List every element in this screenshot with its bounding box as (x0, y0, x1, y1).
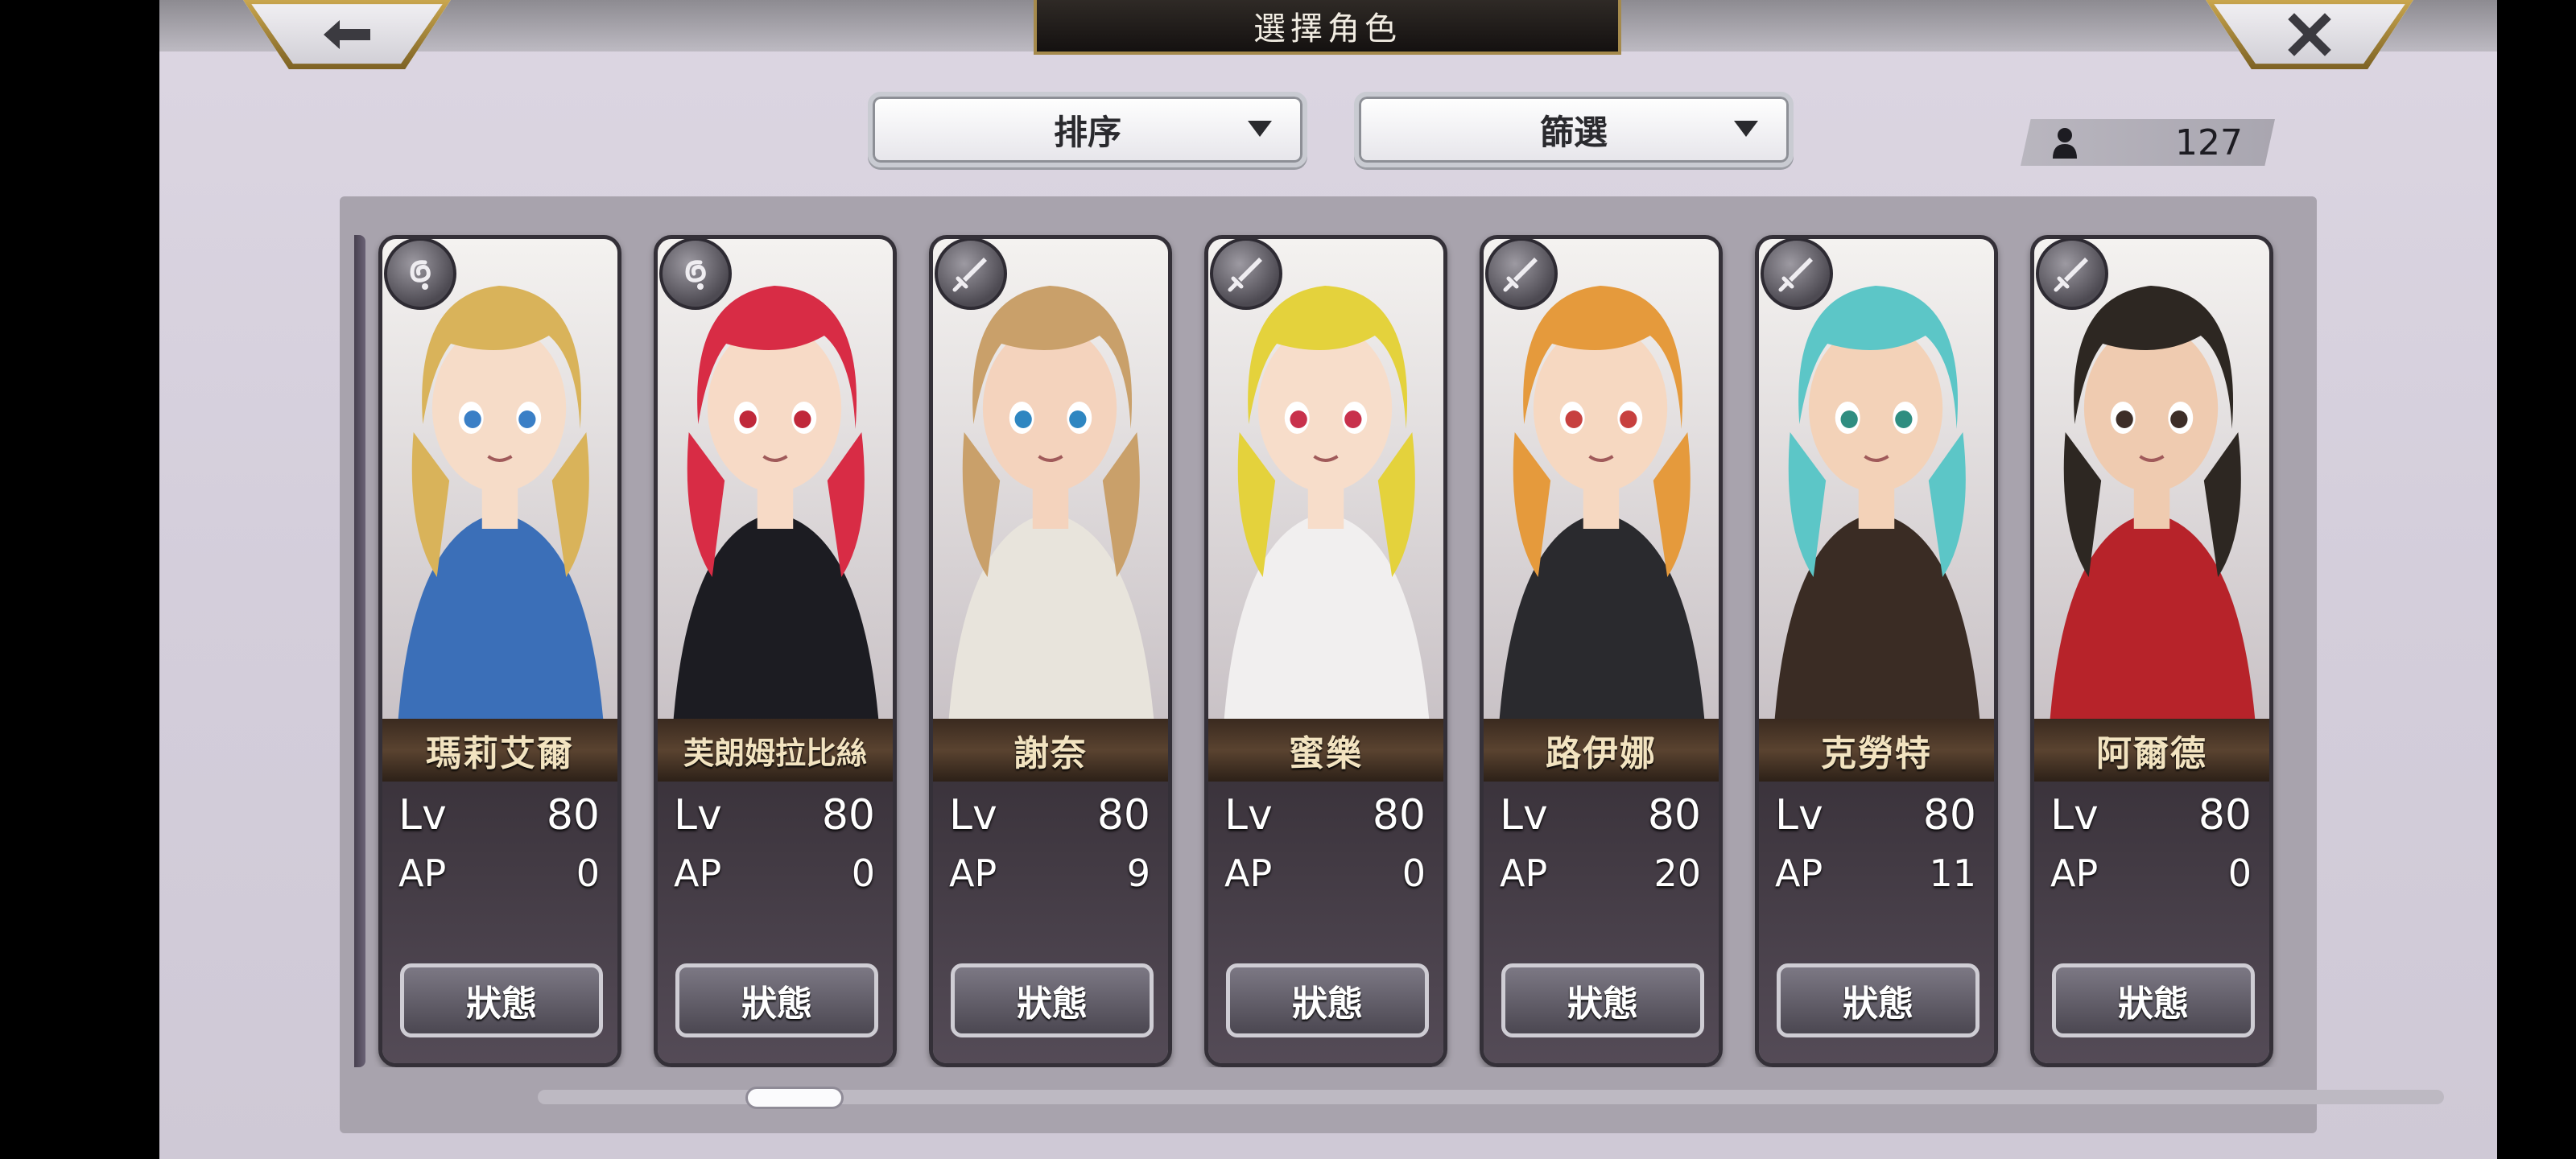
sort-dropdown[interactable]: 排序 (868, 92, 1307, 167)
level-value: 80 (1096, 791, 1150, 839)
level-label: Lv (1224, 791, 1273, 839)
level-value: 80 (821, 791, 875, 839)
level-row: Lv 80 (1775, 791, 1976, 839)
character-card[interactable]: 謝奈 Lv 80 AP 9 狀態 (929, 235, 1172, 1067)
level-label: Lv (2050, 791, 2099, 839)
level-value: 80 (546, 791, 600, 839)
level-value: 80 (1372, 791, 1426, 839)
close-icon (2288, 13, 2331, 56)
spiral-icon (384, 239, 456, 310)
page-title: 選擇角色 (1034, 0, 1621, 55)
character-name: 瑪莉艾爾 (382, 719, 617, 782)
character-portrait[interactable] (1759, 239, 1994, 722)
level-row: Lv 80 (1224, 791, 1426, 839)
character-name: 謝奈 (933, 719, 1168, 782)
ap-value: 20 (1653, 852, 1701, 895)
ap-label: AP (2050, 852, 2099, 895)
left-arrow-icon (324, 20, 370, 49)
ap-value: 0 (851, 852, 875, 895)
ap-row: AP 11 (1775, 849, 1976, 897)
ap-row: AP 0 (674, 849, 875, 897)
status-button[interactable]: 狀態 (400, 963, 603, 1037)
character-name: 路伊娜 (1484, 719, 1719, 782)
character-portrait[interactable] (2034, 239, 2269, 722)
status-button[interactable]: 狀態 (2052, 963, 2255, 1037)
ap-row: AP 0 (398, 849, 600, 897)
character-portrait[interactable] (1484, 239, 1719, 722)
character-portrait[interactable] (1208, 239, 1443, 722)
sword-icon (935, 239, 1007, 310)
level-label: Lv (1775, 791, 1823, 839)
ap-label: AP (1775, 852, 1823, 895)
level-row: Lv 80 (674, 791, 875, 839)
sword-icon (1761, 239, 1833, 310)
ap-label: AP (674, 852, 722, 895)
character-portrait[interactable] (933, 239, 1168, 722)
ap-row: AP 9 (949, 849, 1150, 897)
sword-icon (2036, 239, 2108, 310)
character-portrait[interactable] (658, 239, 893, 722)
status-button[interactable]: 狀態 (1777, 963, 1979, 1037)
ap-row: AP 0 (1224, 849, 1426, 897)
level-value: 80 (1647, 791, 1701, 839)
sort-label: 排序 (1053, 112, 1121, 152)
ap-value: 0 (576, 852, 600, 895)
person-icon (2053, 128, 2077, 159)
ap-row: AP 0 (2050, 849, 2252, 897)
back-button[interactable] (243, 0, 451, 69)
partial-card (354, 235, 365, 1067)
level-row: Lv 80 (1500, 791, 1701, 839)
status-button[interactable]: 狀態 (1226, 963, 1429, 1037)
ap-label: AP (949, 852, 997, 895)
character-name: 阿爾德 (2034, 719, 2269, 782)
ap-label: AP (1500, 852, 1548, 895)
close-button[interactable] (2206, 0, 2413, 69)
character-name: 蜜樂 (1208, 719, 1443, 782)
character-carousel[interactable]: 瑪莉艾爾 Lv 80 AP 0 狀態 芙朗姆拉比絲 Lv 80 AP 0 狀態 … (354, 219, 2281, 1067)
sword-icon (1210, 239, 1282, 310)
status-button[interactable]: 狀態 (675, 963, 878, 1037)
chevron-down-icon (1248, 121, 1272, 137)
ap-value: 9 (1126, 852, 1150, 895)
level-label: Lv (674, 791, 722, 839)
character-count: 127 (2175, 122, 2243, 163)
level-row: Lv 80 (2050, 791, 2252, 839)
scrollbar-thumb[interactable] (745, 1087, 844, 1109)
character-card[interactable]: 瑪莉艾爾 Lv 80 AP 0 狀態 (378, 235, 621, 1067)
character-card[interactable]: 路伊娜 Lv 80 AP 20 狀態 (1480, 235, 1723, 1067)
character-card[interactable]: 阿爾德 Lv 80 AP 0 狀態 (2030, 235, 2273, 1067)
filter-dropdown[interactable]: 篩選 (1354, 92, 1794, 167)
ap-label: AP (1224, 852, 1273, 895)
ap-value: 11 (1929, 852, 1976, 895)
character-select-screen: 選擇角色 排序 篩選 127 瑪莉艾爾 Lv 80 AP 0 狀態 芙朗姆拉比絲… (159, 0, 2497, 1159)
character-name: 克勞特 (1759, 719, 1994, 782)
ap-row: AP 20 (1500, 849, 1701, 897)
ap-value: 0 (2227, 852, 2252, 895)
character-count-badge: 127 (2021, 119, 2275, 166)
character-card[interactable]: 芙朗姆拉比絲 Lv 80 AP 0 狀態 (654, 235, 897, 1067)
status-button[interactable]: 狀態 (951, 963, 1154, 1037)
character-card[interactable]: 克勞特 Lv 80 AP 11 狀態 (1755, 235, 1998, 1067)
level-label: Lv (949, 791, 997, 839)
spiral-icon (659, 239, 732, 310)
level-value: 80 (2198, 791, 2252, 839)
sword-icon (1485, 239, 1558, 310)
level-label: Lv (398, 791, 447, 839)
level-row: Lv 80 (949, 791, 1150, 839)
level-value: 80 (1922, 791, 1976, 839)
status-button[interactable]: 狀態 (1501, 963, 1704, 1037)
ap-label: AP (398, 852, 447, 895)
ap-value: 0 (1402, 852, 1426, 895)
level-label: Lv (1500, 791, 1548, 839)
level-row: Lv 80 (398, 791, 600, 839)
chevron-down-icon (1734, 121, 1758, 137)
character-card[interactable]: 蜜樂 Lv 80 AP 0 狀態 (1204, 235, 1447, 1067)
filter-label: 篩選 (1539, 112, 1608, 152)
character-name: 芙朗姆拉比絲 (658, 719, 893, 782)
character-portrait[interactable] (382, 239, 617, 722)
